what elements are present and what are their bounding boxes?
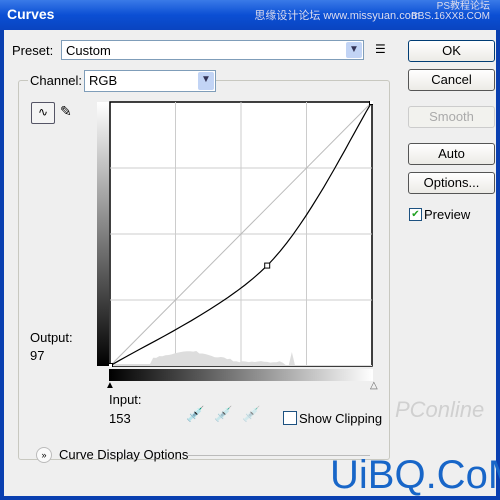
cancel-button[interactable]: Cancel [408, 69, 495, 91]
show-clipping-checkbox[interactable] [283, 411, 297, 425]
watermark: 思缘设计论坛 www.missyuan.com [254, 7, 420, 23]
curve-control-point[interactable] [370, 101, 374, 105]
output-value: 97 [30, 348, 44, 363]
chevron-down-icon: ▼ [346, 42, 362, 58]
curve-control-point[interactable] [265, 263, 270, 268]
show-clipping-label: Show Clipping [299, 411, 382, 426]
preset-label: Preset: [12, 43, 53, 58]
watermark: PConline [395, 397, 484, 423]
black-point-slider[interactable]: ▲ [105, 380, 115, 391]
chevron-down-icon: ▼ [198, 72, 214, 90]
channel-label: Channel: [28, 73, 84, 88]
title-bar: Curves 思缘设计论坛 www.missyuan.com PS教程论坛 BBS… [0, 0, 500, 30]
curve-control-point[interactable] [109, 364, 113, 368]
smooth-button[interactable]: Smooth [408, 106, 495, 128]
watermark: PS教程论坛 BBS.16XX8.COM [411, 2, 490, 22]
curve-display-options-label[interactable]: Curve Display Options [59, 447, 188, 462]
options-button[interactable]: Options... [408, 172, 495, 194]
curve-graph[interactable] [109, 101, 373, 367]
auto-button[interactable]: Auto [408, 143, 495, 165]
white-point-slider[interactable]: △ [370, 380, 378, 391]
channel-dropdown[interactable]: RGB ▼ [84, 70, 216, 92]
preview-label: Preview [424, 207, 470, 222]
input-gradient [109, 369, 373, 381]
preset-dropdown[interactable]: Custom ▼ [61, 40, 364, 60]
preview-checkbox[interactable]: ✔ [409, 208, 422, 221]
input-value: 153 [109, 411, 131, 426]
expand-icon[interactable]: » [36, 447, 52, 463]
pencil-icon[interactable]: ✎ [60, 103, 72, 120]
curve-tool-icon[interactable]: ∿ [31, 102, 55, 124]
output-gradient [97, 102, 109, 366]
gray-eyedropper-icon[interactable]: 💉 [214, 405, 233, 423]
white-eyedropper-icon[interactable]: 💉 [242, 405, 261, 423]
output-label: Output: [30, 330, 73, 345]
input-label: Input: [109, 392, 142, 407]
preset-options-icon[interactable]: ☰ [375, 42, 386, 56]
window-title: Curves [7, 6, 54, 22]
black-eyedropper-icon[interactable]: 💉 [186, 405, 205, 423]
ok-button[interactable]: OK [408, 40, 495, 62]
watermark: UiBQ.CoM [330, 455, 500, 495]
